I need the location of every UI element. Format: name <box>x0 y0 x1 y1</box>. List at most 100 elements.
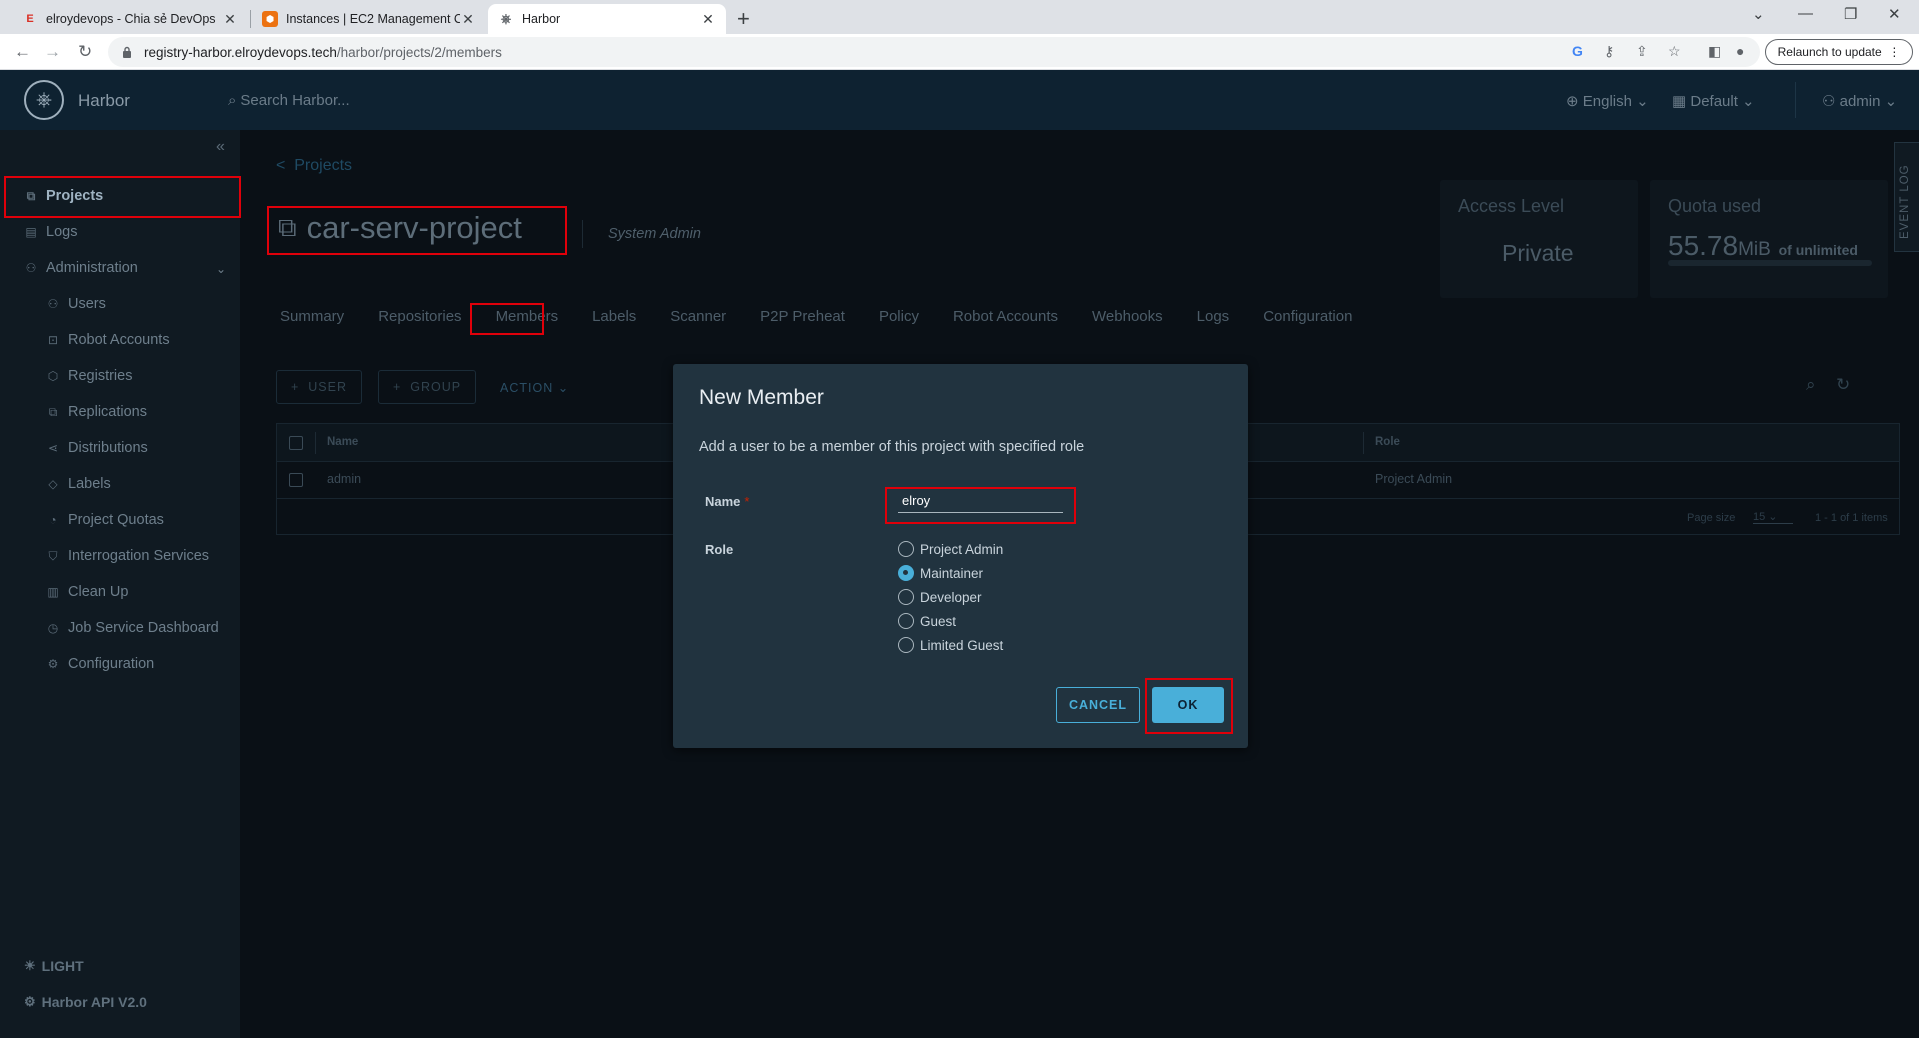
column-role[interactable]: Role <box>1375 436 1400 448</box>
tab-repositories[interactable]: Repositories <box>374 308 465 325</box>
row-checkbox[interactable] <box>289 473 303 487</box>
radio-label: Limited Guest <box>920 637 1004 653</box>
tab-search-icon[interactable]: ⌄ <box>1752 5 1765 23</box>
sidebar-item-job-service-dashboard[interactable]: ◷ Job Service Dashboard <box>46 620 219 636</box>
radio-button[interactable] <box>898 541 914 557</box>
tab-configuration[interactable]: Configuration <box>1259 308 1356 325</box>
side-panel-icon[interactable]: ◧ <box>1708 43 1721 60</box>
browser-tab-elroydevops[interactable]: E elroydevops - Chia sẻ DevOps ✕ <box>12 4 248 34</box>
close-tab-icon[interactable]: ✕ <box>700 11 716 28</box>
tab-robot-accounts[interactable]: Robot Accounts <box>949 308 1062 325</box>
key-icon[interactable]: ⚷ <box>1604 43 1614 60</box>
sidebar-item-distributions[interactable]: ⋖ Distributions <box>46 440 148 456</box>
sidebar-item-project-quotas[interactable]: ◔ Project Quotas <box>46 512 164 528</box>
event-log-tab[interactable]: EVENT LOG <box>1894 142 1919 252</box>
restore-icon[interactable]: ❐ <box>1844 5 1857 23</box>
tab-title: Harbor <box>522 12 561 26</box>
sidebar-item-clean-up[interactable]: ▥ Clean Up <box>46 584 128 600</box>
browser-tab-ec2[interactable]: ⬢ Instances | EC2 Management Console ✕ <box>252 4 486 34</box>
page-size-label: Page size <box>1687 512 1736 524</box>
new-tab-icon[interactable]: + <box>737 6 750 32</box>
collapse-sidebar-icon[interactable]: « <box>216 138 225 156</box>
logs-icon: ▤ <box>25 225 37 239</box>
sidebar-item-labels[interactable]: ◇ Labels <box>46 476 110 492</box>
light-theme-toggle[interactable]: ☀ LIGHT <box>24 958 84 974</box>
browser-toolbar: ← → ↻ registry-harbor.elroydevops.tech/h… <box>0 34 1919 70</box>
cancel-button[interactable]: CANCEL <box>1056 687 1140 723</box>
breadcrumb[interactable]: < Projects <box>276 157 352 175</box>
sidebar-item-projects[interactable]: ⧉ Projects <box>24 188 104 204</box>
radio-button[interactable] <box>898 589 914 605</box>
user-menu[interactable]: ⚇ admin ⌄ <box>1822 92 1897 110</box>
sidebar-item-configuration[interactable]: ⚙ Configuration <box>46 656 155 672</box>
light-label: LIGHT <box>41 958 84 974</box>
sidebar-item-registries[interactable]: ⬡ Registries <box>46 368 133 384</box>
search-icon[interactable]: ⌕ <box>1806 375 1816 395</box>
quota-label: Quota used <box>1668 196 1762 216</box>
bookmark-star-icon[interactable]: ☆ <box>1668 43 1681 60</box>
tab-scanner[interactable]: Scanner <box>666 308 730 325</box>
forward-icon[interactable]: → <box>44 42 61 62</box>
back-icon[interactable]: ← <box>14 42 31 62</box>
tab-members[interactable]: Members <box>492 308 563 325</box>
harbor-header: ⎈ Harbor ⌕ Search Harbor... ⊕ English ⌄ ▦… <box>0 70 1919 130</box>
action-dropdown[interactable]: ACTION ⌄ <box>500 380 569 395</box>
radio-button[interactable] <box>898 613 914 629</box>
select-all-checkbox[interactable] <box>289 436 303 450</box>
radio-button[interactable] <box>898 637 914 653</box>
profile-icon[interactable]: ● <box>1736 43 1744 59</box>
breadcrumb-label: Projects <box>294 157 353 174</box>
role-label: Role <box>705 542 734 557</box>
global-search[interactable]: ⌕ Search Harbor... <box>228 92 350 109</box>
role-radio-limited-guest[interactable]: Limited Guest <box>898 637 1003 653</box>
quota-unit: MiB <box>1738 239 1771 260</box>
column-name[interactable]: Name <box>327 436 358 448</box>
chevron-down-icon[interactable]: ⌄ <box>216 262 226 276</box>
role-radio-developer[interactable]: Developer <box>898 589 982 605</box>
sidebar-item-administration[interactable]: ⚇ Administration <box>24 260 138 276</box>
address-bar[interactable]: registry-harbor.elroydevops.tech/harbor/… <box>108 37 1760 67</box>
sidebar-item-interrogation-services[interactable]: ⛉ Interrogation Services <box>46 548 209 564</box>
member-name-input[interactable]: elroy <box>898 491 1063 513</box>
reload-icon[interactable]: ↻ <box>78 42 92 62</box>
role-radio-guest[interactable]: Guest <box>898 613 956 629</box>
sidebar-item-robot-accounts[interactable]: ⊡ Robot Accounts <box>46 332 170 348</box>
theme-selector[interactable]: ▦ Default ⌄ <box>1672 92 1755 110</box>
minimize-icon[interactable]: — <box>1798 5 1813 22</box>
page-size-select[interactable]: 15 ⌄ <box>1753 510 1793 524</box>
role-radio-maintainer[interactable]: Maintainer <box>898 565 983 581</box>
role-radio-project-admin[interactable]: Project Admin <box>898 541 1003 557</box>
ok-button[interactable]: OK <box>1152 687 1224 723</box>
tab-logs[interactable]: Logs <box>1193 308 1234 325</box>
add-user-button[interactable]: + USER <box>276 370 362 404</box>
tab-summary[interactable]: Summary <box>276 308 348 325</box>
close-tab-icon[interactable]: ✕ <box>222 11 238 28</box>
google-icon[interactable]: G <box>1572 43 1583 59</box>
close-tab-icon[interactable]: ✕ <box>460 11 476 28</box>
tab-separator <box>250 10 251 28</box>
sidebar: « ⧉ Projects ▤ Logs ⚇ Administration ⌄ ⚇ Use… <box>0 130 240 1038</box>
relaunch-button[interactable]: Relaunch to update ⋮ <box>1765 39 1913 65</box>
add-group-button[interactable]: + GROUP <box>378 370 477 404</box>
dialog-description: Add a user to be a member of this projec… <box>699 439 1085 455</box>
gear-icon: ⚙ <box>47 657 59 671</box>
refresh-icon[interactable]: ↻ <box>1836 375 1850 395</box>
harbor-api-link[interactable]: ⚙ Harbor API V2.0 <box>24 994 147 1010</box>
project-tabs: Summary Repositories Members Labels Scan… <box>276 308 1382 325</box>
tab-webhooks[interactable]: Webhooks <box>1088 308 1167 325</box>
radio-button-selected[interactable] <box>898 565 914 581</box>
tab-labels[interactable]: Labels <box>588 308 640 325</box>
language-selector[interactable]: ⊕ English ⌄ <box>1566 92 1649 110</box>
user-name: admin <box>1839 93 1881 110</box>
share-icon[interactable]: ⇪ <box>1636 43 1648 60</box>
sidebar-item-logs[interactable]: ▤ Logs <box>24 224 77 240</box>
tab-p2p-preheat[interactable]: P2P Preheat <box>756 308 849 325</box>
tab-policy[interactable]: Policy <box>875 308 923 325</box>
event-log-label: EVENT LOG <box>1899 164 1911 239</box>
sidebar-item-replications[interactable]: ⧉ Replications <box>46 404 147 420</box>
sidebar-item-users[interactable]: ⚇ Users <box>46 296 106 312</box>
harbor-logo-icon[interactable]: ⎈ <box>24 80 64 120</box>
browser-tab-harbor[interactable]: ⎈ Harbor ✕ <box>488 4 726 34</box>
close-window-icon[interactable]: ✕ <box>1888 5 1901 23</box>
registries-icon: ⬡ <box>47 369 59 383</box>
